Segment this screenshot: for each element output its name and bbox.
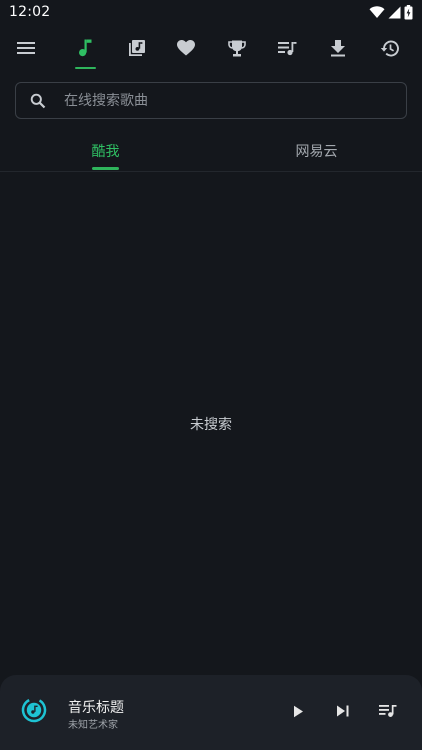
tab-playlists[interactable] xyxy=(267,30,307,66)
track-title: 音乐标题 xyxy=(68,700,124,716)
tab-active-indicator xyxy=(92,167,119,170)
status-time: 12:02 xyxy=(9,4,51,20)
mini-player[interactable]: 音乐标题 未知艺术家 xyxy=(0,675,422,750)
search-input[interactable] xyxy=(64,85,364,116)
music-library-icon xyxy=(127,39,146,58)
nav-active-underline xyxy=(75,67,96,69)
source-tabs: 酷我 网易云 xyxy=(0,130,422,172)
tab-kuwo-label: 酷我 xyxy=(91,144,120,160)
album-art[interactable] xyxy=(19,695,49,725)
cell-signal-icon xyxy=(388,6,401,19)
playlist-icon xyxy=(277,41,297,56)
skip-next-button[interactable] xyxy=(331,699,355,723)
menu-icon xyxy=(17,41,35,55)
tab-charts[interactable] xyxy=(217,30,257,66)
play-button[interactable] xyxy=(286,699,310,723)
skip-next-icon xyxy=(336,705,350,717)
tab-netease-label: 网易云 xyxy=(295,144,338,160)
heart-icon xyxy=(177,40,195,56)
empty-state-text: 未搜索 xyxy=(190,417,232,433)
tab-music-library[interactable] xyxy=(116,30,156,66)
top-nav xyxy=(0,30,422,70)
battery-icon xyxy=(404,4,413,20)
disc-icon xyxy=(19,695,49,725)
tab-history[interactable] xyxy=(369,30,409,66)
trophy-icon xyxy=(228,40,246,57)
wifi-icon xyxy=(369,5,385,19)
tab-music[interactable] xyxy=(65,30,105,66)
search-box[interactable] xyxy=(15,82,407,119)
tab-downloads[interactable] xyxy=(318,30,358,66)
play-icon xyxy=(292,705,304,718)
tab-netease[interactable]: 网易云 xyxy=(211,130,422,171)
queue-music-icon xyxy=(379,704,397,718)
menu-button[interactable] xyxy=(6,30,46,66)
music-note-icon xyxy=(78,39,92,57)
status-bar: 12:02 xyxy=(0,0,422,24)
search-icon xyxy=(30,93,46,109)
download-icon xyxy=(331,39,345,57)
status-icons xyxy=(369,4,413,20)
tab-kuwo[interactable]: 酷我 xyxy=(0,130,211,171)
queue-button[interactable] xyxy=(376,699,400,723)
track-artist: 未知艺术家 xyxy=(68,720,118,731)
history-icon xyxy=(380,40,399,57)
tab-favorites[interactable] xyxy=(166,30,206,66)
